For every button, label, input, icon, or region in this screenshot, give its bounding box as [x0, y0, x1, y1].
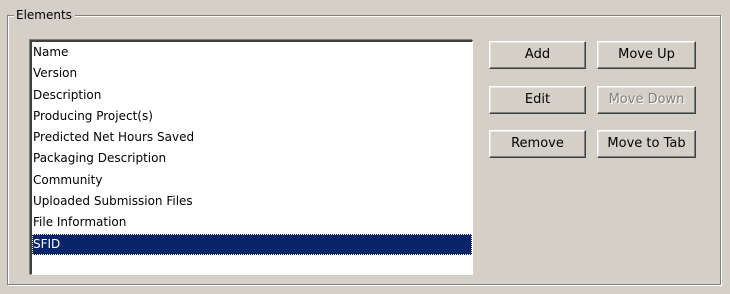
move-up-button[interactable]: Move Up	[597, 41, 696, 69]
list-item[interactable]: File Information	[32, 212, 472, 233]
move-to-tab-button[interactable]: Move to Tab	[597, 130, 696, 158]
list-item-selected[interactable]: SFID	[32, 233, 472, 255]
list-item[interactable]: Version	[32, 63, 472, 84]
list-item[interactable]: Uploaded Submission Files	[32, 191, 472, 212]
list-item[interactable]: Name	[32, 42, 472, 63]
add-button[interactable]: Add	[489, 41, 586, 69]
move-down-button[interactable]: Move Down	[597, 86, 696, 114]
list-item[interactable]: Producing Project(s)	[32, 106, 472, 127]
groupbox-title: Elements	[14, 7, 75, 23]
list-item[interactable]: Packaging Description	[32, 148, 472, 169]
list-item[interactable]: Description	[32, 85, 472, 106]
edit-button[interactable]: Edit	[489, 86, 586, 114]
elements-panel: Elements Name Version Description Produc…	[0, 0, 730, 294]
list-item[interactable]: Community	[32, 170, 472, 191]
elements-listbox[interactable]: Name Version Description Producing Proje…	[30, 40, 473, 275]
list-item[interactable]: Predicted Net Hours Saved	[32, 127, 472, 148]
remove-button[interactable]: Remove	[489, 130, 586, 158]
